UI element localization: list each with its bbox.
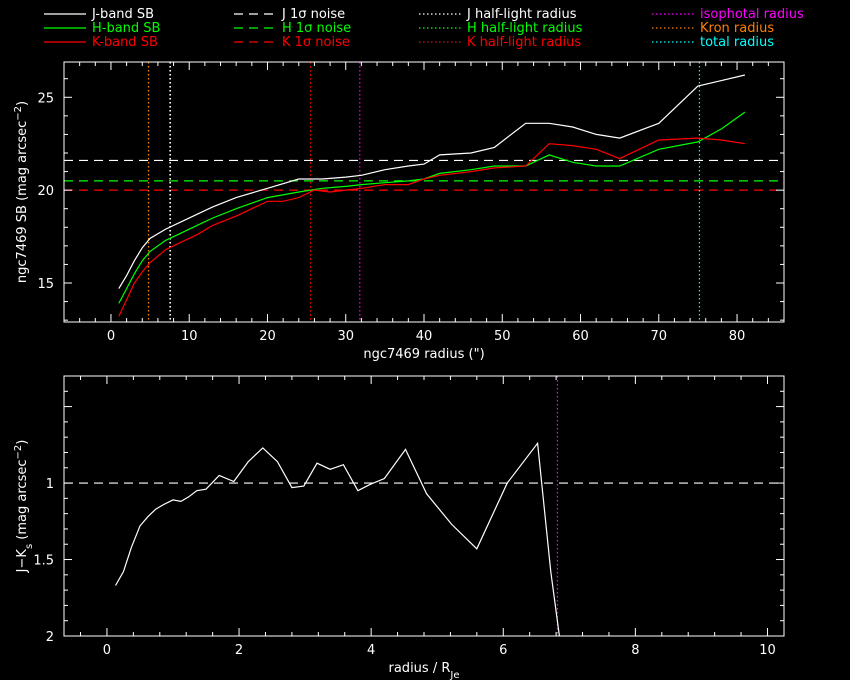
series-line-J-band-SB [118, 74, 746, 289]
x-tick-label: 50 [494, 329, 511, 344]
x-tick-label: 6 [499, 643, 507, 658]
legend-label: isophotal radius [700, 7, 804, 22]
x-tick-label: 80 [729, 329, 746, 344]
legend-label: H-band SB [92, 21, 160, 36]
y-axis-label-sup: −2 [13, 106, 24, 121]
x-axis-label-main: ngc7469 radius (") [363, 347, 484, 362]
legend-label: H 1σ noise [282, 21, 351, 36]
chart-panel-1: 0 2 4 6 8 10 1 1.5 2 radius / RJe J−Ks (mag arcsec… [13, 375, 785, 680]
chart-panel-0: 0 10 20 30 40 50 60 70 80 15 20 25 ngc7469 radius ("… [13, 61, 785, 362]
y-axis-label-end: ) [15, 101, 30, 106]
x-tick-label: 70 [651, 329, 668, 344]
plot-area [64, 62, 784, 322]
legend-label: K half-light radius [467, 35, 581, 50]
y-tick-label: 20 [37, 184, 54, 199]
legend-label: K 1σ noise [282, 35, 350, 50]
plot-frame [63, 61, 785, 323]
legend-label: Kron radius [700, 21, 774, 36]
x-tick-label: 0 [103, 643, 111, 658]
x-tick-label: 0 [107, 329, 115, 344]
plot-area [64, 376, 784, 636]
series-line-H-band-SB [118, 111, 746, 304]
y-tick-label: 2 [46, 630, 54, 645]
x-tick-label: 4 [367, 643, 375, 658]
y-axis-label-end: ) [15, 440, 30, 445]
x-axis-label: radius / RJe [389, 661, 460, 680]
y-axis-label-main: ngc7469 SB (mag arcsec [15, 121, 30, 283]
x-tick-label: 60 [572, 329, 589, 344]
series-line-K-band-SB [118, 137, 745, 317]
y-axis-label-sup: −2 [13, 445, 24, 460]
y-tick-label: 15 [37, 277, 54, 292]
y-axis-label-tail: (mag arcsec [15, 460, 30, 544]
legend-label: J-band SB [91, 7, 154, 22]
x-tick-label: 40 [416, 329, 433, 344]
x-axis-label-main: radius / R [389, 661, 451, 676]
y-tick-label: 25 [37, 91, 54, 106]
plot-frame [63, 375, 785, 637]
y-axis-label: ngc7469 SB (mag arcsec−2) [13, 101, 31, 283]
legend-label: J 1σ noise [281, 7, 345, 22]
figure: 0 10 20 30 40 50 60 70 80152025ngc7469 radius ("… [13, 7, 805, 680]
x-tick-label: 10 [181, 329, 198, 344]
y-axis-label-main: J−K [15, 549, 30, 574]
x-tick-label: 8 [631, 643, 639, 658]
legend-label: total radius [700, 35, 774, 50]
legend-label: K-band SB [92, 35, 158, 50]
legend: J-band SBH-band SBK-band SB J 1σ noiseH 1… [44, 7, 804, 50]
legend-label: J half-light radius [466, 7, 577, 22]
y-tick-label: 1.5 [33, 554, 54, 569]
x-tick-label: 10 [759, 643, 776, 658]
x-axis-label-sub: Je [449, 670, 459, 680]
x-tick-label: 2 [235, 643, 243, 658]
x-tick-label: 30 [337, 329, 354, 344]
y-axis-label: J−Ks (mag arcsec−2) [13, 440, 35, 574]
x-tick-label: 20 [259, 329, 276, 344]
series-line-J−Ks [114, 441, 560, 636]
legend-label: H half-light radius [467, 21, 583, 36]
y-tick-label: 1 [46, 477, 54, 492]
x-axis-label: ngc7469 radius (") [363, 347, 484, 362]
